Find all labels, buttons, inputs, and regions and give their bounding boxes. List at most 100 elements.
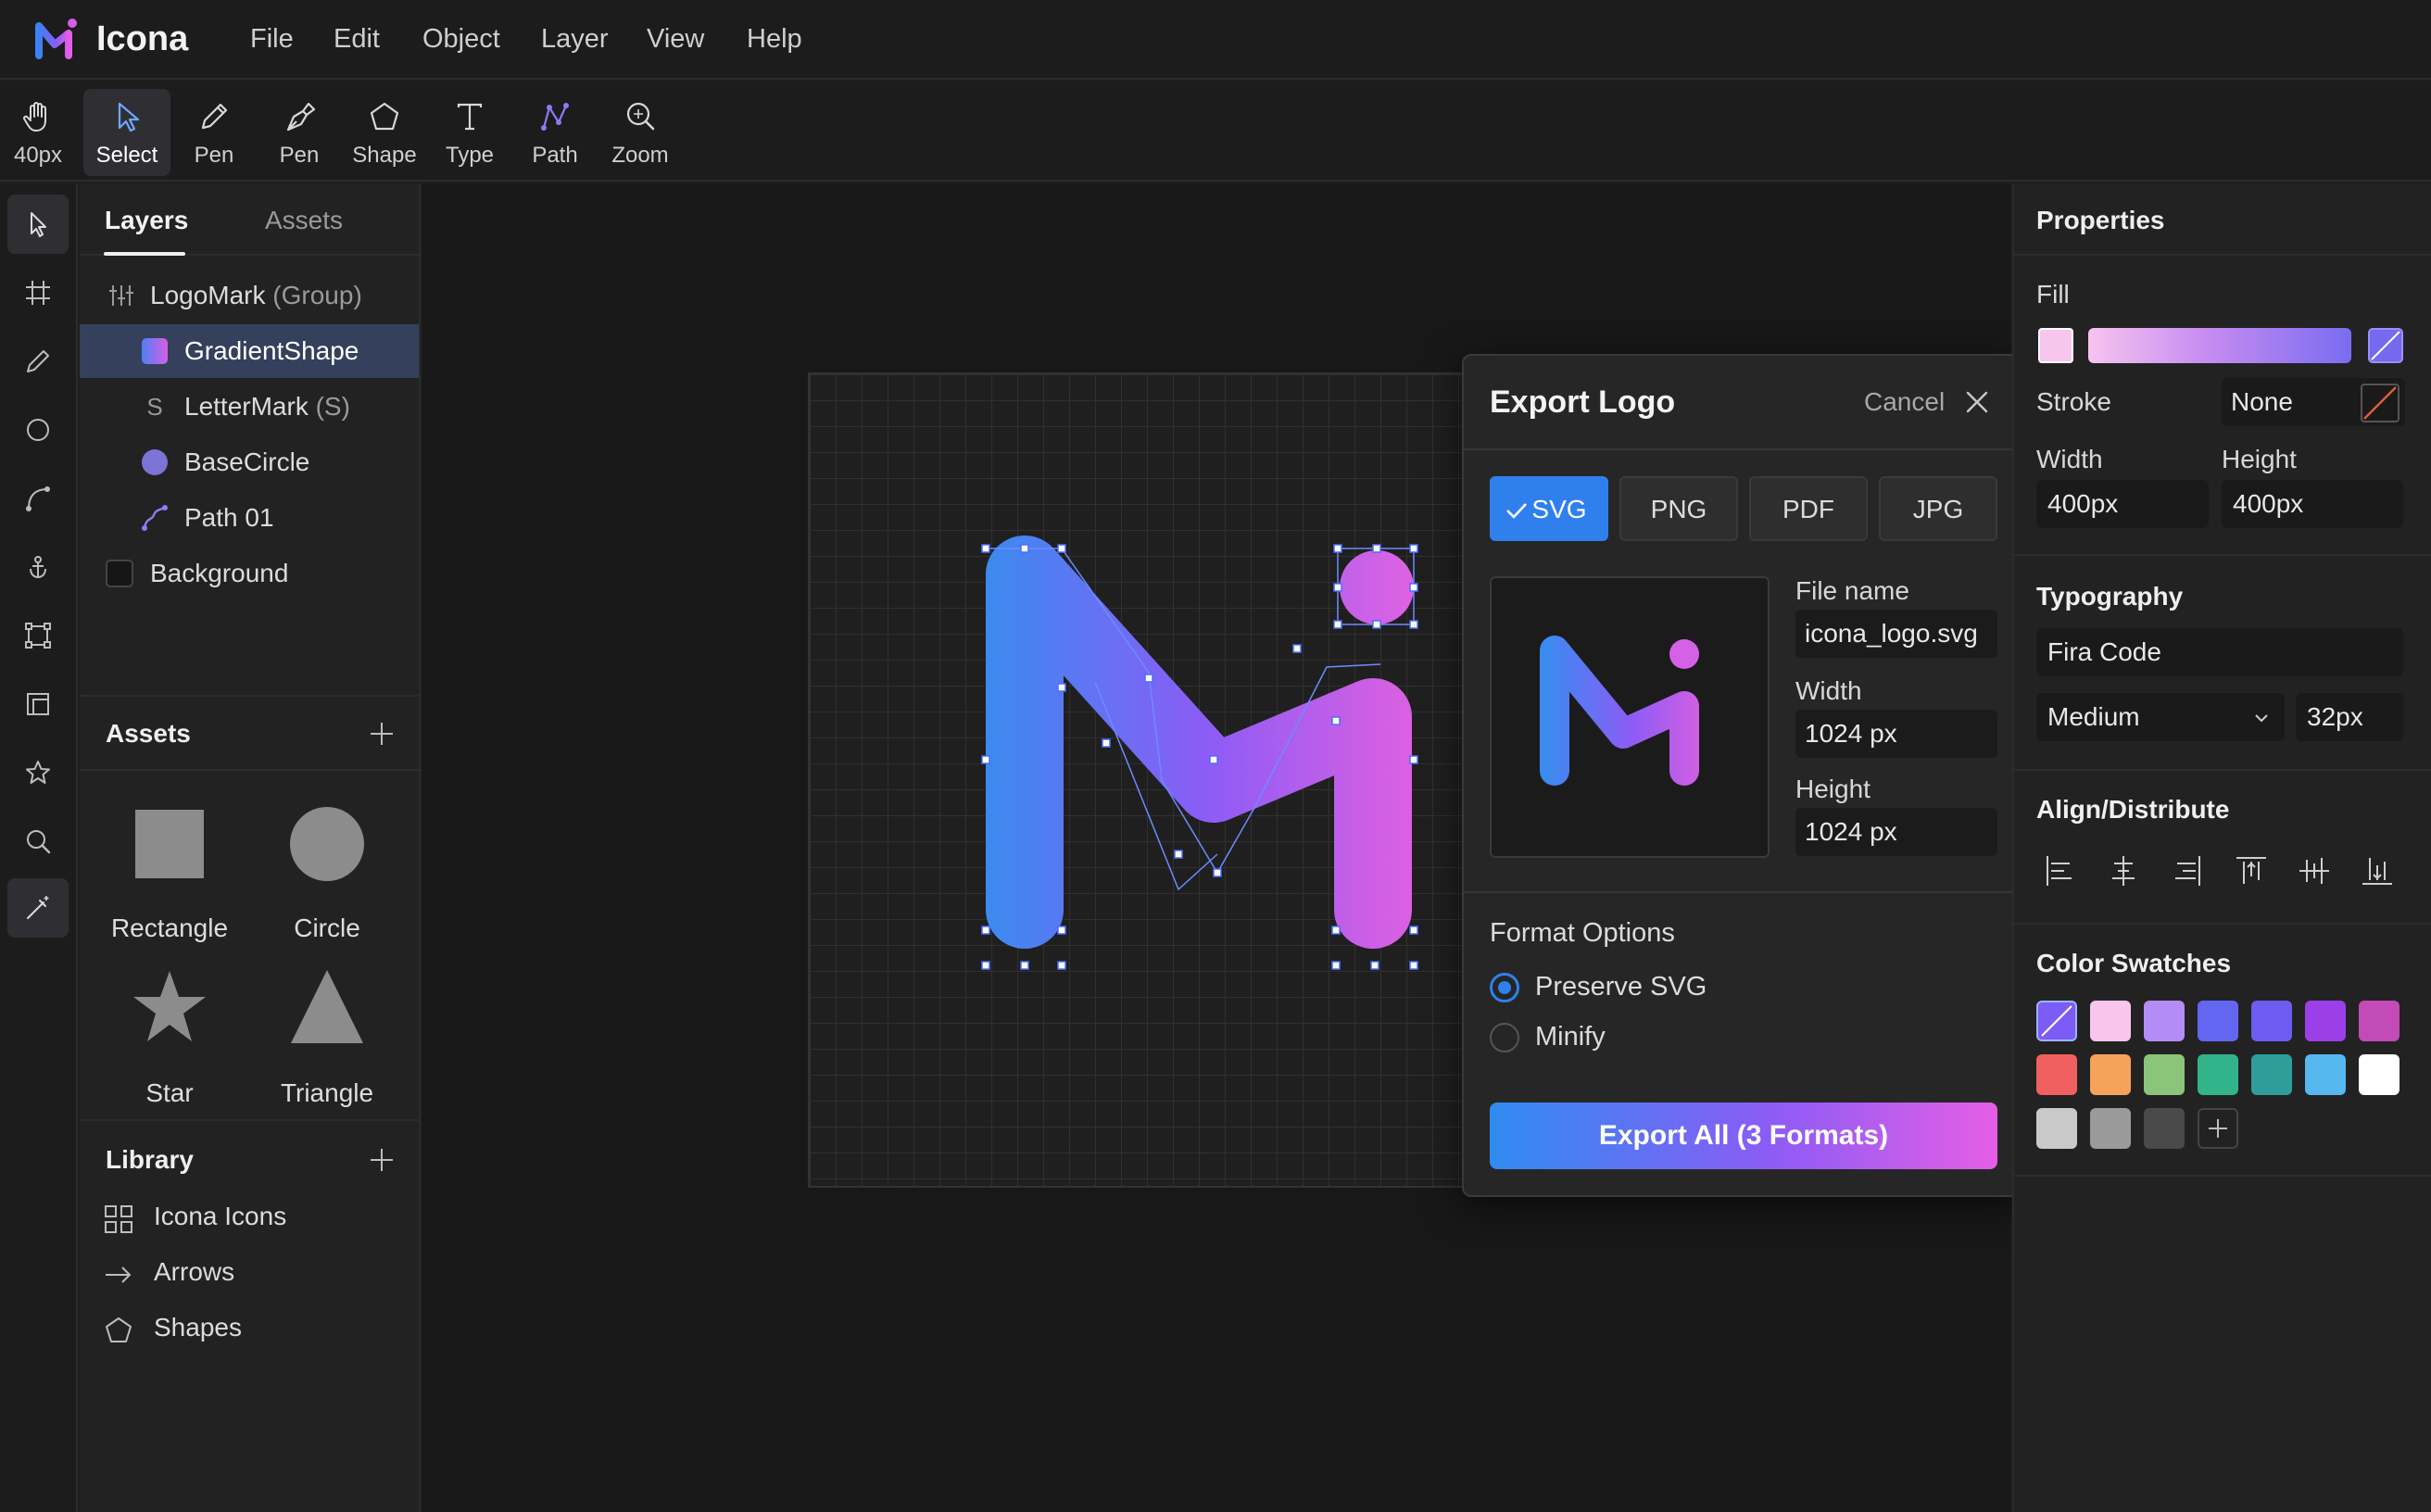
align-right-icon[interactable] [2168, 852, 2205, 889]
grid-icon [105, 1205, 132, 1233]
asset-star[interactable]: Star [100, 967, 239, 1125]
rail-star[interactable] [7, 743, 69, 802]
curve-icon [26, 486, 50, 511]
height-input[interactable]: 1024 px [1795, 808, 1997, 856]
color-swatch[interactable] [2090, 1108, 2131, 1149]
tool-path[interactable]: Path [511, 89, 598, 176]
library-item-shapes[interactable]: Shapes [104, 1308, 382, 1349]
align-center-icon[interactable] [2105, 852, 2142, 889]
logo-artwork[interactable] [808, 372, 1475, 1188]
color-swatch[interactable] [2305, 1054, 2346, 1095]
tool-type[interactable]: Type [426, 89, 513, 176]
rail-select[interactable] [7, 195, 69, 254]
tab-layers[interactable]: Layers [105, 204, 188, 237]
format-pdf-button[interactable]: PDF [1749, 476, 1868, 541]
tool-pencil[interactable]: Pen [170, 89, 258, 176]
format-options-title: Format Options [1490, 918, 1675, 948]
color-swatch[interactable] [2090, 1054, 2131, 1095]
color-swatch[interactable] [2036, 1054, 2077, 1095]
fill-color-swatch[interactable] [2038, 328, 2073, 363]
no-stroke-icon[interactable] [2361, 384, 2400, 422]
color-swatch[interactable] [2359, 1054, 2400, 1095]
font-weight-select[interactable]: Medium [2036, 693, 2285, 741]
color-swatch[interactable] [2305, 1001, 2346, 1041]
file-name-input[interactable]: icona_logo.svg [1795, 610, 1997, 658]
rail-anchor[interactable] [7, 537, 69, 597]
rail-magic-wand[interactable] [7, 878, 69, 938]
format-svg-button[interactable]: SVG [1490, 476, 1608, 541]
layer-row-gradientshape[interactable]: GradientShape [80, 324, 419, 378]
menu-edit[interactable]: Edit [334, 20, 380, 57]
tool-zoom[interactable]: Zoom [597, 89, 684, 176]
cancel-button[interactable]: Cancel [1864, 385, 1945, 419]
menu-help[interactable]: Help [747, 20, 802, 57]
add-asset-icon[interactable] [369, 721, 395, 747]
tab-assets[interactable]: Assets [265, 204, 343, 237]
rail-search[interactable] [7, 812, 69, 871]
add-library-icon[interactable] [369, 1147, 395, 1173]
color-swatch[interactable] [2036, 1108, 2077, 1149]
menu-object[interactable]: Object [422, 20, 500, 57]
rail-curve[interactable] [7, 469, 69, 528]
tool-select[interactable]: Select [83, 89, 170, 176]
color-swatch[interactable] [2251, 1001, 2292, 1041]
option-label: Minify [1535, 1022, 1606, 1052]
fill-gradient-bar[interactable] [2088, 328, 2351, 363]
divider [2014, 769, 2431, 771]
library-item-icona-icons[interactable]: Icona Icons [104, 1197, 382, 1238]
divider [2014, 923, 2431, 925]
layer-row-background[interactable]: Background [80, 547, 419, 600]
layer-row-logomark[interactable]: LogoMark (Group) [80, 269, 419, 322]
tool-pen[interactable]: Pen [256, 89, 343, 176]
tool-shape[interactable]: Shape [341, 89, 428, 176]
export-all-button[interactable]: Export All (3 Formats) [1490, 1102, 1997, 1169]
preserve-svg-radio[interactable] [1490, 973, 1519, 1002]
layer-row-basecircle[interactable]: BaseCircle [80, 435, 419, 489]
format-png-button[interactable]: PNG [1619, 476, 1738, 541]
asset-circle[interactable]: Circle [258, 802, 397, 960]
app-logo-icon[interactable] [31, 13, 83, 65]
font-size-input[interactable]: 32px [2296, 693, 2403, 741]
align-bottom-icon[interactable] [2359, 852, 2396, 889]
gradient-stop-icon[interactable] [2368, 328, 2403, 363]
align-middle-icon[interactable] [2296, 852, 2333, 889]
color-swatch[interactable] [2144, 1001, 2185, 1041]
color-swatch[interactable] [2198, 1001, 2238, 1041]
stroke-value: None [2231, 387, 2293, 416]
tool-hand[interactable]: 40px [0, 89, 82, 176]
width-input[interactable]: 400px [2036, 480, 2209, 528]
menu-view[interactable]: View [647, 20, 704, 57]
menu-file[interactable]: File [250, 20, 294, 57]
asset-triangle[interactable]: Triangle [258, 967, 397, 1125]
layer-name: Path 01 [184, 503, 274, 532]
rail-transform[interactable] [7, 606, 69, 665]
menu-layer[interactable]: Layer [541, 20, 609, 57]
color-swatch[interactable] [2144, 1054, 2185, 1095]
align-left-icon[interactable] [2042, 852, 2079, 889]
height-input[interactable]: 400px [2222, 480, 2403, 528]
format-jpg-button[interactable]: JPG [1879, 476, 1997, 541]
color-swatch[interactable] [2144, 1108, 2185, 1149]
color-swatch[interactable] [2251, 1054, 2292, 1095]
rail-frame[interactable] [7, 263, 69, 322]
minify-radio[interactable] [1490, 1023, 1519, 1052]
color-swatch[interactable] [2036, 1001, 2077, 1041]
align-top-icon[interactable] [2233, 852, 2270, 889]
rail-pencil[interactable] [7, 332, 69, 391]
font-weight-value: Medium [2047, 702, 2140, 731]
color-swatch[interactable] [2198, 1054, 2238, 1095]
rail-crop[interactable] [7, 674, 69, 734]
select-tool-icon [31, 212, 46, 237]
layer-row-path01[interactable]: Path 01 [80, 491, 419, 545]
font-family-input[interactable]: Fira Code [2036, 628, 2403, 676]
color-swatch[interactable] [2359, 1001, 2400, 1041]
width-input[interactable]: 1024 px [1795, 710, 1997, 758]
asset-rectangle[interactable]: Rectangle [100, 802, 239, 960]
layer-row-lettermark[interactable]: S LetterMark (S) [80, 380, 419, 434]
color-swatch[interactable] [2090, 1001, 2131, 1041]
rail-circle[interactable] [7, 400, 69, 460]
format-label: JPG [1912, 495, 1964, 523]
close-icon[interactable] [1962, 387, 1992, 417]
add-swatch-button[interactable] [2198, 1108, 2238, 1149]
library-item-arrows[interactable]: Arrows [104, 1253, 382, 1293]
